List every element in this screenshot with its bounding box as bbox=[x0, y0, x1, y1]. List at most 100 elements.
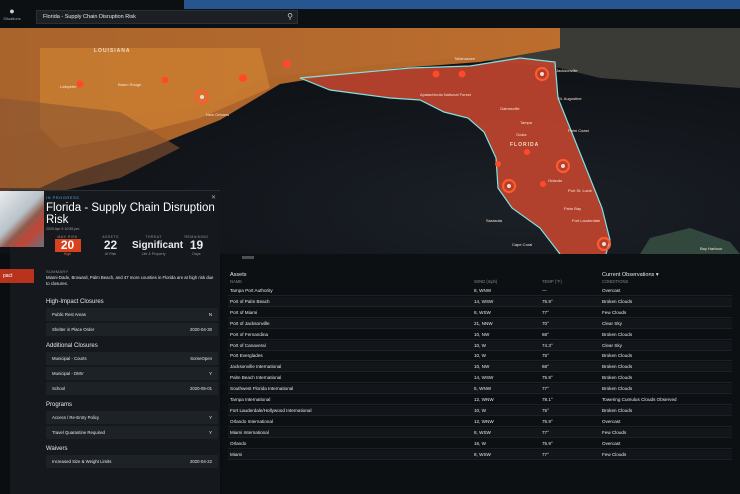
cell-conditions: Broken Clouds bbox=[602, 364, 633, 370]
stat-max-risk: MAX RISK 20 High bbox=[46, 235, 89, 265]
cell-name: Palm Beach International bbox=[230, 375, 282, 381]
page-title: Florida - Supply Chain Disruption Risk bbox=[46, 202, 215, 226]
cell-wind: 8, WSW bbox=[474, 429, 491, 435]
table-row[interactable]: Port of Fernandina 10, NW 68° Broken Clouds bbox=[228, 330, 732, 340]
table-row[interactable]: Orlando International 12, WNW 75.9° Overcas… bbox=[228, 417, 732, 427]
table-row[interactable]: Port of Jacksonville 21, NNW 70° Clear Sky bbox=[228, 318, 732, 329]
cell-conditions: Few Clouds bbox=[602, 309, 627, 315]
column-header-temp[interactable]: TEMP (°F) bbox=[542, 279, 562, 284]
cell-temp: 68° bbox=[542, 331, 549, 337]
table-row[interactable]: Port Everglades 10, W 75° Broken Clouds bbox=[228, 351, 732, 362]
table-row[interactable]: Tampa International 12, WNW 78.1° Towering … bbox=[228, 395, 732, 405]
situation-image bbox=[0, 191, 44, 247]
map-city-label: Fort Lauderdale bbox=[572, 218, 601, 223]
cell-conditions: Broken Clouds bbox=[602, 353, 633, 359]
map-city-label: Palm Coast bbox=[568, 128, 589, 133]
cell-conditions: Overcast bbox=[602, 418, 621, 424]
status-badge: IN PROGRESS bbox=[46, 195, 80, 200]
resize-handle[interactable] bbox=[242, 256, 254, 259]
stat-value: Significant bbox=[132, 240, 184, 251]
cell-temp: 77° bbox=[542, 309, 549, 315]
map-city-label: St. Augustine bbox=[558, 96, 582, 101]
cell-conditions: Overcast bbox=[602, 288, 621, 293]
cell-temp: 75° bbox=[542, 407, 549, 413]
item-value: 2020-04-30 bbox=[190, 327, 212, 332]
map-city-label: Tampa bbox=[520, 120, 533, 125]
column-header-wind[interactable]: WIND (mph) bbox=[474, 279, 497, 284]
table-row[interactable]: Palm Beach International 14, WSW 75.9° Brok… bbox=[228, 373, 732, 384]
cell-conditions: Towering Cumulus Clouds Observed bbox=[602, 397, 677, 402]
section-title: High-Impact Closures bbox=[46, 299, 104, 305]
column-header-name[interactable]: NAME bbox=[230, 279, 242, 284]
observations-dropdown[interactable]: Current Observations ▾ bbox=[602, 272, 659, 278]
map-city-label: Orlando bbox=[548, 178, 563, 183]
table-row[interactable]: Port of Palm Beach 14, WSW 75.9° Broken Clo… bbox=[228, 296, 732, 307]
map-city-label: Lafayette bbox=[60, 84, 77, 89]
stat-threat: THREAT Significant Life & Property bbox=[132, 235, 184, 265]
table-row[interactable]: Port of Canaveral 10, W 74.3° Clear Sky bbox=[228, 340, 732, 351]
cell-name: Jacksonville International bbox=[230, 364, 282, 370]
table-row[interactable]: Fort Lauderdale/Hollywood International 1… bbox=[228, 405, 732, 416]
list-item[interactable]: Travel Quarantine Required Y bbox=[46, 426, 218, 439]
cell-conditions: Clear Sky bbox=[602, 342, 622, 348]
cell-wind: 14, WSW bbox=[474, 375, 494, 381]
cell-temp: 77° bbox=[542, 386, 549, 392]
search-input[interactable]: Florida - Supply Chain Disruption Risk ⚲ bbox=[36, 10, 298, 24]
list-item[interactable]: School 2020-05-01 bbox=[46, 382, 218, 395]
item-value: 2020-05-01 bbox=[190, 386, 212, 391]
cell-temp: 68° bbox=[542, 364, 549, 370]
cell-conditions: Clear Sky bbox=[602, 320, 622, 326]
cell-name: Southwest Florida International bbox=[230, 386, 294, 392]
cell-name: Miami International bbox=[230, 429, 269, 435]
search-icon[interactable]: ⚲ bbox=[287, 12, 293, 21]
table-row[interactable]: Orlando 16, W 75.9° Overcast bbox=[228, 439, 732, 449]
state-label-louisiana: LOUISIANA bbox=[94, 48, 131, 54]
table-row[interactable]: Port of Miami 8, WSW 77° Few Clouds bbox=[228, 308, 732, 318]
cell-wind: 5, WNW bbox=[474, 386, 492, 392]
cell-name: Miami bbox=[230, 451, 243, 457]
map-city-label: Ocala bbox=[516, 132, 527, 137]
item-value: Y bbox=[209, 415, 212, 420]
assets-table: Assets Current Observations ▾ NAME WIND … bbox=[222, 254, 740, 494]
cell-conditions: Overcast bbox=[602, 440, 621, 446]
stats-row: MAX RISK 20 High ASSETS 22 At Risk THREA… bbox=[46, 235, 218, 265]
top-accent-strip bbox=[184, 0, 740, 9]
table-row[interactable]: Southwest Florida International 5, WNW 77°… bbox=[228, 384, 732, 395]
map-city-label: Cape Coral bbox=[512, 242, 533, 247]
cell-name: Fort Lauderdale/Hollywood International bbox=[230, 407, 312, 413]
search-value: Florida - Supply Chain Disruption Risk bbox=[43, 14, 136, 20]
list-item[interactable]: Public Rest Areas N bbox=[46, 308, 218, 321]
cell-temp: 75.9° bbox=[542, 298, 553, 304]
state-label-florida: FLORIDA bbox=[510, 142, 540, 148]
item-value: N bbox=[208, 312, 212, 317]
cell-name: Tampa International bbox=[230, 397, 271, 402]
cell-wind: 8, WSW bbox=[474, 309, 491, 315]
cell-name: Orlando International bbox=[230, 418, 273, 424]
impact-button[interactable]: pact bbox=[0, 269, 34, 283]
item-name: Increased Size & Weight Limits bbox=[52, 459, 112, 464]
cell-conditions: Broken Clouds bbox=[602, 375, 633, 381]
table-row[interactable]: Jacksonville International 10, NW 68° Broke… bbox=[228, 362, 732, 373]
stat-value: 22 bbox=[103, 238, 118, 252]
chevron-down-icon: ▾ bbox=[655, 272, 659, 278]
cell-wind: 12, WNW bbox=[474, 418, 494, 424]
column-header-conditions[interactable]: CONDITIONS bbox=[602, 279, 628, 284]
map-city-label: Palm Bay bbox=[564, 206, 582, 211]
closures-list: High-Impact Closures Public Rest Areas N … bbox=[46, 299, 218, 470]
cell-name: Port of Fernandina bbox=[230, 331, 269, 337]
list-item[interactable]: Municipal - DMV Y bbox=[46, 367, 218, 380]
cell-temp: 74.3° bbox=[542, 342, 553, 348]
table-row[interactable]: Miami 8, WSW 77° Few Clouds bbox=[228, 449, 732, 460]
list-item[interactable]: Municipal - Courts SomeOpen bbox=[46, 352, 218, 365]
summary-section: SUMMARY Miami-Dade, Broward, Palm Beach,… bbox=[46, 269, 218, 286]
table-row[interactable]: Tampa Port Authority 8, WNW — Overcast bbox=[228, 286, 732, 296]
list-item[interactable]: Shelter in Place Order 2020-04-30 bbox=[46, 323, 218, 336]
nav-situations[interactable]: ● Situations bbox=[0, 0, 24, 30]
section-title: Waivers bbox=[46, 446, 68, 452]
list-item[interactable]: Access / Re-Entry Policy Y bbox=[46, 411, 218, 424]
list-item[interactable]: Increased Size & Weight Limits 2020-04-22 bbox=[46, 455, 218, 468]
table-row[interactable]: Miami International 8, WSW 77° Few Clouds bbox=[228, 427, 732, 438]
assets-header: Assets Current Observations ▾ NAME WIND … bbox=[228, 272, 732, 284]
map-city-label: Bay Harbour bbox=[700, 246, 723, 251]
stat-sub: High bbox=[63, 252, 72, 256]
